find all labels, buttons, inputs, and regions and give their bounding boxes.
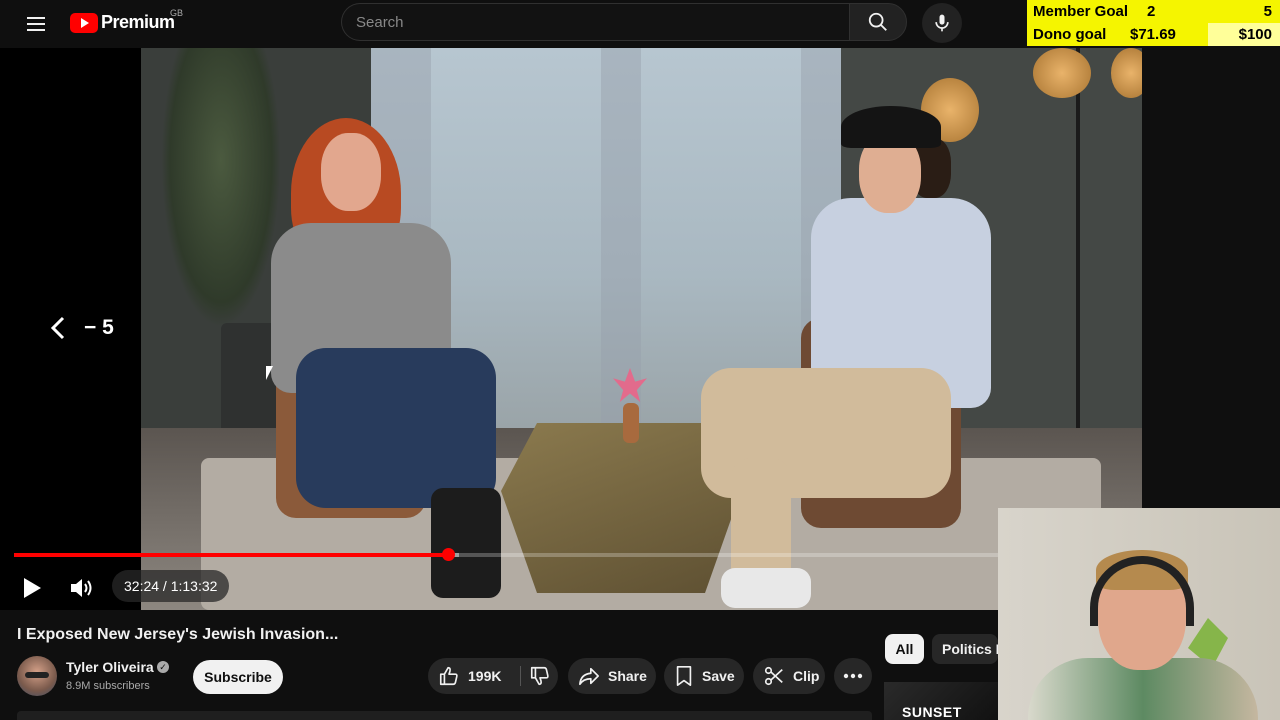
video-title: I Exposed New Jersey's Jewish Invasion..… xyxy=(17,626,339,643)
verified-icon: ✓ xyxy=(157,661,169,673)
clip-icon xyxy=(764,666,783,686)
more-actions-button[interactable] xyxy=(834,658,872,694)
member-goal-current: 2 xyxy=(1147,3,1156,20)
channel-name[interactable]: Tyler Oliveira xyxy=(66,659,154,675)
subscriber-count: 8.9M subscribers xyxy=(66,680,150,692)
volume-icon xyxy=(71,579,92,597)
clip-label: Clip xyxy=(793,668,820,684)
channel-avatar[interactable] xyxy=(17,656,57,696)
like-dislike-group: 199K xyxy=(428,658,558,694)
like-button[interactable]: 199K xyxy=(428,658,520,694)
youtube-logo[interactable]: Premium xyxy=(70,12,175,33)
search-input[interactable] xyxy=(342,4,849,40)
mouse-cursor xyxy=(266,366,273,380)
dislike-button[interactable] xyxy=(521,658,558,694)
player-controls: 32:24 / 1:13:32 xyxy=(0,566,998,610)
save-button[interactable]: Save xyxy=(664,658,744,694)
share-button[interactable]: Share xyxy=(568,658,656,694)
clip-button[interactable]: Clip xyxy=(753,658,825,694)
progress-played xyxy=(14,553,448,557)
subscribe-button[interactable]: Subscribe xyxy=(193,660,283,694)
search-icon xyxy=(868,12,887,31)
chip-politics[interactable]: Politics N xyxy=(932,634,998,664)
logo-text: Premium xyxy=(101,12,175,32)
mic-icon xyxy=(935,14,949,32)
seek-back-label: − 5 xyxy=(84,316,114,339)
chevron-left-icon xyxy=(50,316,65,340)
play-icon xyxy=(24,578,41,598)
like-count: 199K xyxy=(468,668,502,684)
streamer-webcam xyxy=(998,508,1280,720)
thumbs-down-icon xyxy=(530,666,549,686)
video-player[interactable]: − 5 32:24 / 1:13:32 xyxy=(0,48,1142,610)
description-box-edge xyxy=(17,711,872,720)
video-frame xyxy=(141,48,1142,610)
recommended-thumb-text: SUNSET xyxy=(902,704,962,720)
save-icon xyxy=(676,666,692,686)
thumbs-up-icon xyxy=(439,666,458,686)
dono-goal-target: $100 xyxy=(1238,26,1272,43)
member-goal-row: Member Goal 2 5 xyxy=(1027,0,1280,23)
youtube-logo-icon xyxy=(70,12,98,33)
dono-goal-current: $71.69 xyxy=(1130,26,1176,43)
dono-goal-label: Dono goal xyxy=(1033,26,1107,43)
time-display: 32:24 / 1:13:32 xyxy=(112,570,230,602)
seek-back-indicator: − 5 xyxy=(50,316,114,340)
member-goal-label: Member Goal xyxy=(1033,3,1129,20)
progress-scrubber[interactable] xyxy=(441,548,455,561)
progress-bar[interactable] xyxy=(14,548,998,561)
save-label: Save xyxy=(702,668,735,684)
share-icon xyxy=(579,667,599,686)
play-button[interactable] xyxy=(18,574,46,602)
recommended-video-thumbnail[interactable]: SUNSET xyxy=(884,682,998,720)
stream-goal-overlay: Member Goal 2 5 Dono goal $71.69 $100 xyxy=(1027,0,1280,46)
app-root: Premium GB Member Goal 2 5 Dono goal $71… xyxy=(0,0,1280,720)
member-goal-target: 5 xyxy=(1263,3,1272,20)
search-button[interactable] xyxy=(849,3,907,41)
share-label: Share xyxy=(608,668,647,684)
voice-search-button[interactable] xyxy=(922,3,962,43)
menu-icon[interactable] xyxy=(20,8,52,40)
volume-button[interactable] xyxy=(66,574,98,602)
dono-goal-row: Dono goal $71.69 $100 xyxy=(1027,23,1280,46)
search-box xyxy=(341,3,849,41)
country-code: GB xyxy=(170,8,184,18)
more-icon xyxy=(843,673,863,679)
chip-all[interactable]: All xyxy=(885,634,924,664)
